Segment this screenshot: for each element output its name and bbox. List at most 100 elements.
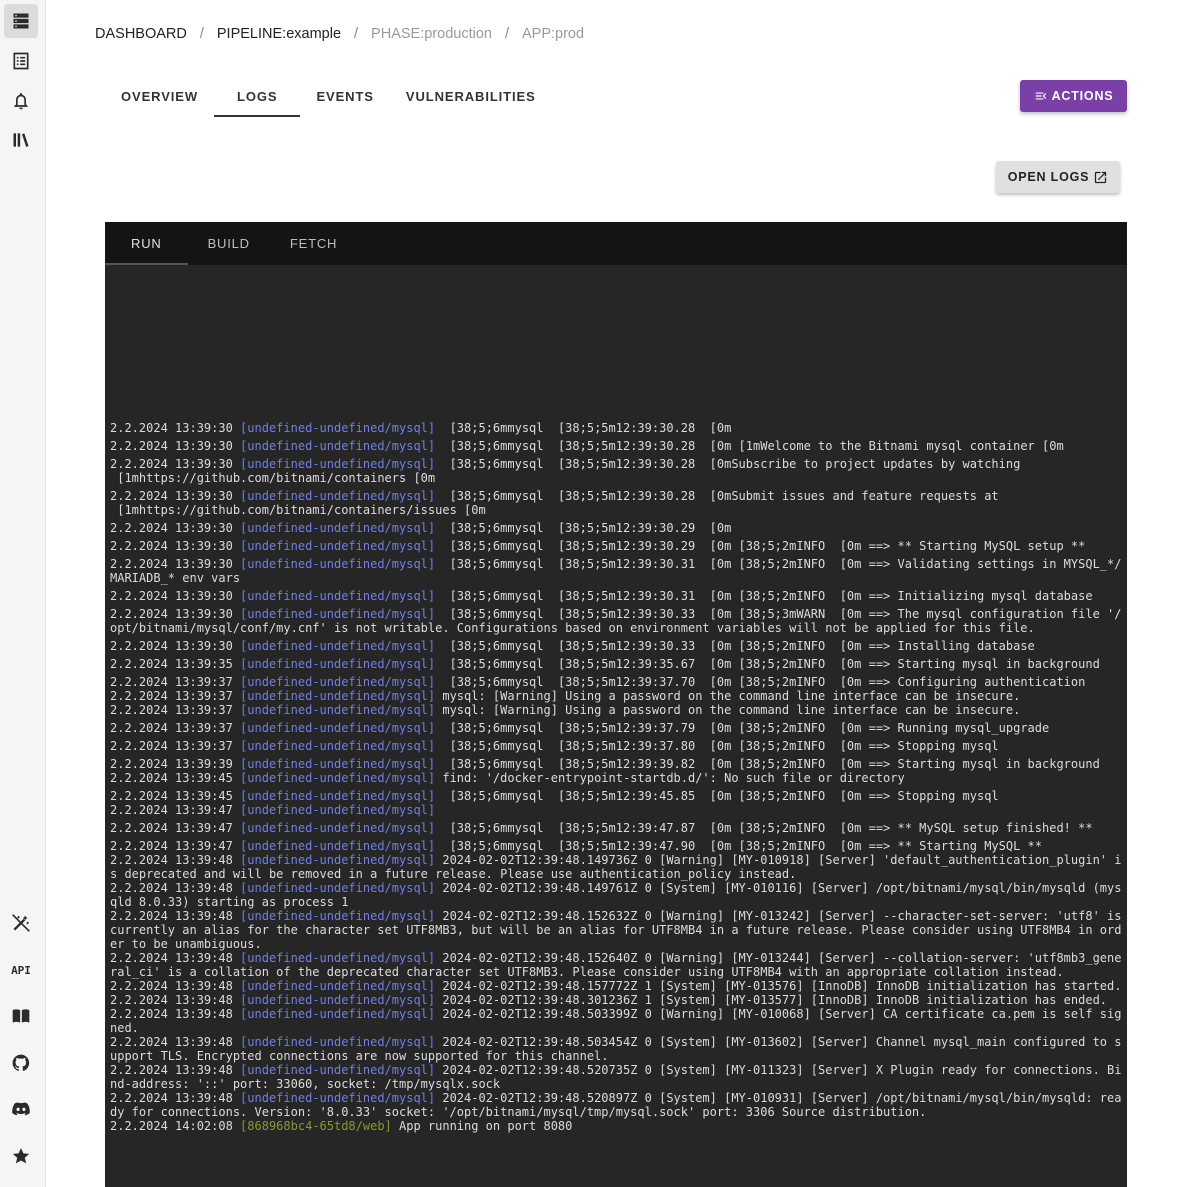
breadcrumb-phase[interactable]: PHASE:production (371, 26, 492, 42)
tab-logs[interactable]: LOGS (214, 75, 301, 117)
log-timestamp: 2.2.2024 13:39:37 (110, 689, 241, 703)
tab-vulnerabilities[interactable]: VULNERABILITIES (390, 75, 552, 117)
breadcrumb-app: APP:prod (521, 26, 585, 42)
sidebar: API (0, 0, 46, 1187)
log-source: [undefined-undefined/mysql] (240, 421, 436, 435)
log-line: 2.2.2024 13:39:30 [undefined-undefined/m… (110, 521, 1122, 535)
log-source: [undefined-undefined/mysql] (240, 557, 436, 571)
log-source: [undefined-undefined/mysql] (240, 839, 436, 853)
log-source: [undefined-undefined/mysql] (240, 757, 436, 771)
log-line: 2.2.2024 13:39:48 [undefined-undefined/m… (110, 1091, 1122, 1119)
log-source: [undefined-undefined/mysql] (240, 639, 436, 653)
log-message: [38;5;6mmysql [38;5;5m12:39:47.87 [0m [3… (435, 821, 1093, 835)
log-timestamp: 2.2.2024 13:39:47 (110, 821, 241, 835)
log-timestamp: 2.2.2024 13:39:48 (110, 979, 241, 993)
tab-overview[interactable]: OVERVIEW (105, 75, 214, 117)
open-logs-label: OPEN LOGS (1007, 170, 1090, 184)
discord-icon[interactable] (4, 1092, 38, 1126)
magic-icon[interactable] (4, 906, 38, 940)
log-line: 2.2.2024 13:39:48 [undefined-undefined/m… (110, 853, 1122, 881)
log-source: [undefined-undefined/mysql] (240, 689, 436, 703)
log-timestamp: 2.2.2024 13:39:37 (110, 739, 241, 753)
log-timestamp: 2.2.2024 13:39:45 (110, 771, 241, 785)
log-line: 2.2.2024 13:39:37 [undefined-undefined/m… (110, 703, 1122, 717)
log-line: 2.2.2024 13:39:37 [undefined-undefined/m… (110, 675, 1122, 689)
github-icon[interactable] (4, 1046, 38, 1080)
log-line: 2.2.2024 13:39:37 [undefined-undefined/m… (110, 739, 1122, 753)
log-message: [38;5;6mmysql [38;5;5m12:39:35.67 [0m [3… (435, 657, 1100, 671)
actions-button[interactable]: ACTIONS (1020, 80, 1127, 112)
log-source: [undefined-undefined/mysql] (240, 1035, 436, 1049)
log-timestamp: 2.2.2024 13:39:48 (110, 1035, 241, 1049)
star-icon[interactable] (4, 1139, 38, 1173)
log-timestamp: 2.2.2024 13:39:45 (110, 789, 241, 803)
log-timestamp: 2.2.2024 13:39:48 (110, 1091, 241, 1105)
log-source: [undefined-undefined/mysql] (240, 993, 436, 1007)
log-line: 2.2.2024 13:39:48 [undefined-undefined/m… (110, 993, 1122, 1007)
log-line: 2.2.2024 13:39:48 [undefined-undefined/m… (110, 881, 1122, 909)
log-source: [undefined-undefined/mysql] (240, 703, 436, 717)
log-line: 2.2.2024 13:39:48 [undefined-undefined/m… (110, 909, 1122, 951)
log-source: [undefined-undefined/mysql] (240, 489, 436, 503)
library-icon[interactable] (4, 123, 38, 157)
app-tabs: OVERVIEW LOGS EVENTS VULNERABILITIES (105, 75, 552, 117)
log-message: [38;5;6mmysql [38;5;5m12:39:37.79 [0m [3… (435, 721, 1050, 735)
breadcrumb-separator: / (504, 26, 509, 42)
bell-icon[interactable] (4, 84, 38, 118)
log-timestamp: 2.2.2024 13:39:48 (110, 993, 241, 1007)
log-timestamp: 2.2.2024 13:39:48 (110, 1007, 241, 1021)
log-source: [undefined-undefined/mysql] (240, 607, 436, 621)
log-line: 2.2.2024 13:39:37 [undefined-undefined/m… (110, 721, 1122, 735)
actions-label: ACTIONS (1051, 89, 1114, 103)
log-timestamp: 2.2.2024 13:39:48 (110, 853, 241, 867)
log-message: [38;5;6mmysql [38;5;5m12:39:47.90 [0m [3… (435, 839, 1042, 853)
log-timestamp: 2.2.2024 13:39:30 (110, 607, 241, 621)
log-message: [38;5;6mmysql [38;5;5m12:39:30.33 [0m [3… (435, 639, 1035, 653)
log-line: 2.2.2024 13:39:45 [undefined-undefined/m… (110, 789, 1122, 803)
log-timestamp: 2.2.2024 14:02:08 (110, 1119, 241, 1133)
log-timestamp: 2.2.2024 13:39:37 (110, 675, 241, 689)
log-source: [undefined-undefined/mysql] (240, 1007, 436, 1021)
log-source: [undefined-undefined/mysql] (240, 803, 436, 817)
log-panel: RUN BUILD FETCH 2.2.2024 13:39:30 [undef… (105, 222, 1127, 1187)
log-line: 2.2.2024 13:39:30 [undefined-undefined/m… (110, 539, 1122, 553)
open-logs-button[interactable]: OPEN LOGS (996, 161, 1120, 193)
log-line: 2.2.2024 13:39:30 [undefined-undefined/m… (110, 557, 1122, 585)
log-line: 2.2.2024 13:39:30 [undefined-undefined/m… (110, 607, 1122, 635)
log-line: 2.2.2024 13:39:48 [undefined-undefined/m… (110, 1063, 1122, 1091)
log-tab-build[interactable]: BUILD (188, 222, 270, 265)
log-message: [38;5;6mmysql [38;5;5m12:39:30.29 [0m (435, 521, 732, 535)
log-message: mysql: [Warning] Using a password on the… (435, 689, 1021, 703)
log-timestamp: 2.2.2024 13:39:37 (110, 721, 241, 735)
log-timestamp: 2.2.2024 13:39:30 (110, 439, 241, 453)
log-message: [38;5;6mmysql [38;5;5m12:39:39.82 [0m [3… (435, 757, 1100, 771)
log-line: 2.2.2024 13:39:30 [undefined-undefined/m… (110, 639, 1122, 653)
log-line: 2.2.2024 13:39:37 [undefined-undefined/m… (110, 689, 1122, 703)
log-timestamp: 2.2.2024 13:39:30 (110, 489, 241, 503)
book-icon[interactable] (4, 999, 38, 1033)
log-message: [38;5;6mmysql [38;5;5m12:39:37.70 [0m [3… (435, 675, 1086, 689)
log-tab-run[interactable]: RUN (105, 222, 188, 265)
log-timestamp: 2.2.2024 13:39:30 (110, 639, 241, 653)
log-line: 2.2.2024 13:39:47 [undefined-undefined/m… (110, 821, 1122, 835)
api-icon[interactable]: API (4, 953, 38, 987)
log-line: 2.2.2024 13:39:39 [undefined-undefined/m… (110, 757, 1122, 771)
tab-events[interactable]: EVENTS (300, 75, 389, 117)
log-message: 2024-02-02T12:39:48.301236Z 1 [System] [… (435, 993, 1108, 1007)
log-timestamp: 2.2.2024 13:39:30 (110, 521, 241, 535)
log-timestamp: 2.2.2024 13:39:48 (110, 1063, 241, 1077)
log-timestamp: 2.2.2024 13:39:30 (110, 539, 241, 553)
breadcrumb-dashboard[interactable]: DASHBOARD (95, 26, 187, 42)
breadcrumb-pipeline[interactable]: PIPELINE:example (217, 26, 341, 42)
server-icon[interactable] (4, 4, 38, 38)
breadcrumb: DASHBOARD / PIPELINE:example / PHASE:pro… (95, 26, 584, 42)
log-message: App running on port 8080 (391, 1119, 573, 1133)
log-source: [undefined-undefined/mysql] (240, 539, 436, 553)
list-icon[interactable] (4, 44, 38, 78)
log-tab-fetch[interactable]: FETCH (270, 222, 357, 265)
log-source: [undefined-undefined/mysql] (240, 789, 436, 803)
log-source: [undefined-undefined/mysql] (240, 881, 436, 895)
log-message: find: '/docker-entrypoint-startdb.d/': N… (435, 771, 905, 785)
log-line: 2.2.2024 13:39:35 [undefined-undefined/m… (110, 657, 1122, 671)
log-timestamp: 2.2.2024 13:39:30 (110, 557, 241, 571)
